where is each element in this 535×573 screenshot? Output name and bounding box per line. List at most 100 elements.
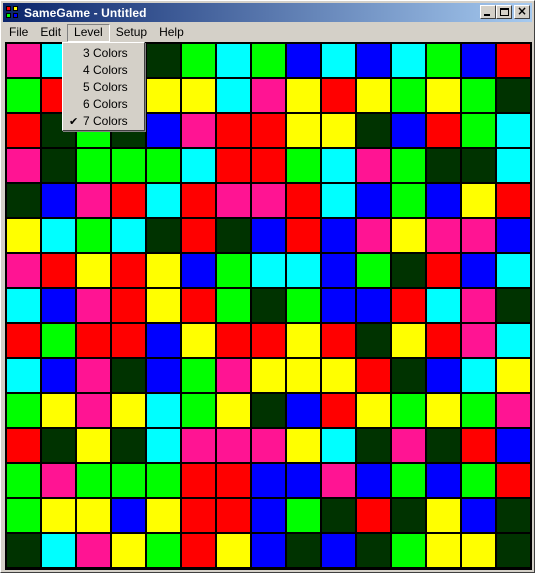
board-tile[interactable] [321,393,356,428]
level-menu-item-6-colors[interactable]: 6 Colors [64,96,143,113]
board-tile[interactable] [216,463,251,498]
board-tile[interactable] [461,463,496,498]
board-tile[interactable] [321,428,356,463]
board-tile[interactable] [496,183,531,218]
board-tile[interactable] [146,183,181,218]
board-tile[interactable] [251,498,286,533]
board-tile[interactable] [111,533,146,568]
board-tile[interactable] [146,393,181,428]
board-tile[interactable] [461,148,496,183]
level-menu-item-5-colors[interactable]: 5 Colors [64,79,143,96]
board-tile[interactable] [216,183,251,218]
board-tile[interactable] [356,533,391,568]
board-tile[interactable] [286,428,321,463]
board-tile[interactable] [181,148,216,183]
board-tile[interactable] [286,218,321,253]
board-tile[interactable] [41,183,76,218]
board-tile[interactable] [286,533,321,568]
menu-help[interactable]: Help [153,24,190,42]
board-tile[interactable] [41,463,76,498]
board-tile[interactable] [6,78,41,113]
board-tile[interactable] [496,148,531,183]
board-tile[interactable] [356,358,391,393]
board-tile[interactable] [41,148,76,183]
board-tile[interactable] [76,148,111,183]
board-tile[interactable] [111,148,146,183]
board-tile[interactable] [6,463,41,498]
board-tile[interactable] [321,113,356,148]
menu-edit[interactable]: Edit [34,24,67,42]
board-tile[interactable] [461,533,496,568]
board-tile[interactable] [251,323,286,358]
board-tile[interactable] [41,253,76,288]
board-tile[interactable] [251,288,286,323]
board-tile[interactable] [6,253,41,288]
board-tile[interactable] [286,323,321,358]
board-tile[interactable] [251,253,286,288]
board-tile[interactable] [426,393,461,428]
board-tile[interactable] [496,323,531,358]
board-tile[interactable] [496,113,531,148]
board-tile[interactable] [181,498,216,533]
board-tile[interactable] [146,78,181,113]
board-tile[interactable] [181,393,216,428]
board-tile[interactable] [426,533,461,568]
board-tile[interactable] [286,43,321,78]
board-tile[interactable] [251,113,286,148]
board-tile[interactable] [216,218,251,253]
board-tile[interactable] [216,113,251,148]
board-tile[interactable] [111,463,146,498]
board-tile[interactable] [146,498,181,533]
board-tile[interactable] [391,463,426,498]
app-icon[interactable] [5,5,21,21]
board-tile[interactable] [41,358,76,393]
board-tile[interactable] [391,183,426,218]
board-tile[interactable] [216,323,251,358]
board-tile[interactable] [286,393,321,428]
board-tile[interactable] [181,533,216,568]
board-tile[interactable] [286,113,321,148]
board-tile[interactable] [111,253,146,288]
board-tile[interactable] [391,428,426,463]
board-tile[interactable] [286,358,321,393]
board-tile[interactable] [216,393,251,428]
board-tile[interactable] [391,148,426,183]
menu-file[interactable]: File [3,24,34,42]
board-tile[interactable] [426,498,461,533]
board-tile[interactable] [426,43,461,78]
board-tile[interactable] [181,288,216,323]
board-tile[interactable] [356,218,391,253]
board-tile[interactable] [426,113,461,148]
board-tile[interactable] [461,183,496,218]
board-tile[interactable] [111,218,146,253]
board-tile[interactable] [111,183,146,218]
board-tile[interactable] [251,428,286,463]
board-tile[interactable] [111,428,146,463]
board-tile[interactable] [321,358,356,393]
board-tile[interactable] [76,288,111,323]
board-tile[interactable] [181,323,216,358]
board-tile[interactable] [181,78,216,113]
board-tile[interactable] [41,498,76,533]
board-tile[interactable] [321,463,356,498]
board-tile[interactable] [356,148,391,183]
board-tile[interactable] [356,393,391,428]
board-tile[interactable] [461,428,496,463]
board-tile[interactable] [181,428,216,463]
board-tile[interactable] [251,183,286,218]
board-tile[interactable] [426,288,461,323]
board-tile[interactable] [321,43,356,78]
board-tile[interactable] [391,533,426,568]
board-tile[interactable] [181,183,216,218]
board-tile[interactable] [286,463,321,498]
board-tile[interactable] [76,463,111,498]
board-tile[interactable] [356,113,391,148]
board-tile[interactable] [146,428,181,463]
board-tile[interactable] [321,498,356,533]
board-tile[interactable] [41,288,76,323]
board-tile[interactable] [461,498,496,533]
board-tile[interactable] [41,428,76,463]
board-tile[interactable] [76,533,111,568]
board-tile[interactable] [6,358,41,393]
board-tile[interactable] [426,463,461,498]
